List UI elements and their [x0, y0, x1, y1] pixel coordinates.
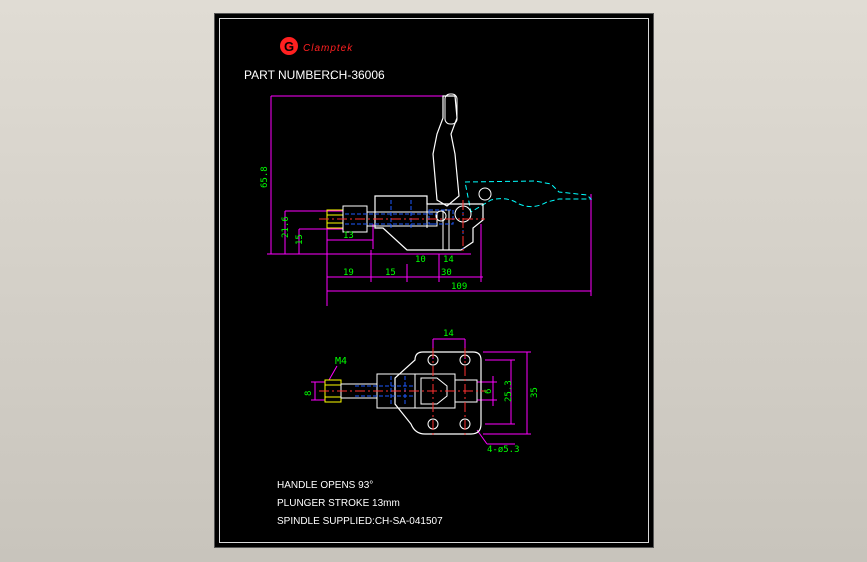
- top-view: 14 35 25.3 6 8 M4 4-ø5.3: [304, 329, 540, 455]
- cad-viewport: G Clamptek PART NUMBER: CH-36006 65.8 21…: [0, 0, 867, 562]
- note-handle-opens: HANDLE OPENS 93°: [277, 480, 373, 491]
- drawing-canvas: G Clamptek PART NUMBER: CH-36006 65.8 21…: [244, 37, 593, 527]
- dim-plunger-tip: 13: [343, 231, 354, 241]
- dim-top-35: 35: [530, 387, 540, 398]
- clamptek-logo: G Clamptek: [280, 37, 353, 55]
- drawing-sheet: G Clamptek PART NUMBER: CH-36006 65.8 21…: [214, 13, 654, 548]
- dim-top-8: 8: [304, 391, 314, 396]
- dim-top-14: 14: [443, 329, 454, 339]
- dim-len-19: 19: [343, 268, 354, 278]
- dim-height-total: 65.8: [260, 166, 270, 188]
- dim-height-upper: 21.6: [281, 216, 291, 238]
- note-spindle-supplied: SPINDLE SUPPLIED:CH-SA-041507: [277, 516, 443, 527]
- dim-len-15: 15: [385, 268, 396, 278]
- dim-top-25-3: 25.3: [504, 380, 514, 402]
- dim-len-14: 14: [443, 255, 454, 265]
- brand-name: Clamptek: [303, 43, 353, 54]
- dim-height-base: 15: [295, 234, 305, 245]
- thread-callout: M4: [335, 356, 347, 367]
- part-number-value: CH-36006: [330, 68, 385, 82]
- side-view: 65.8 21.6 15 13 19 15 10 14 30 109: [260, 93, 593, 306]
- note-plunger-stroke: PLUNGER STROKE 13mm: [277, 498, 400, 509]
- holes-callout: 4-ø5.3: [487, 445, 520, 455]
- dim-len-10: 10: [415, 255, 426, 265]
- dim-top-6: 6: [484, 389, 494, 394]
- notes-block: HANDLE OPENS 93° PLUNGER STROKE 13mm SPI…: [277, 480, 443, 527]
- dim-len-30: 30: [441, 268, 452, 278]
- part-number-label: PART NUMBER:: [244, 68, 333, 82]
- dim-len-total: 109: [451, 282, 467, 292]
- logo-letter: G: [284, 39, 294, 54]
